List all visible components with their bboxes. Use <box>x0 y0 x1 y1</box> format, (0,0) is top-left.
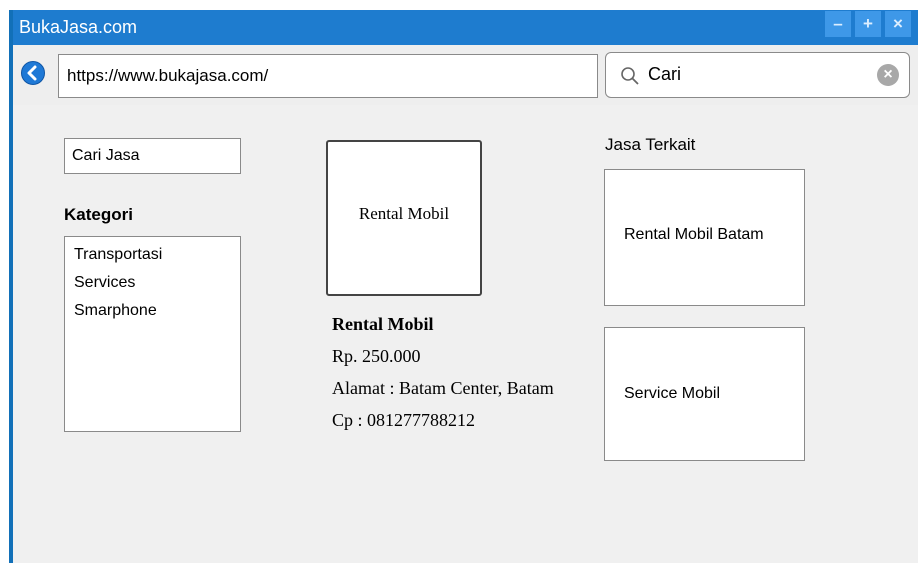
related-item[interactable]: Service Mobil <box>604 327 805 461</box>
category-heading: Kategori <box>64 205 133 224</box>
title-bar: BukaJasa.com – + × <box>13 10 918 45</box>
category-list: Transportasi Services Smarphone <box>64 236 241 432</box>
product-price: Rp. 250.000 <box>332 346 421 366</box>
search-box[interactable]: Cari × <box>605 52 910 98</box>
search-service-text: Cari Jasa <box>72 147 140 164</box>
back-button[interactable] <box>21 61 45 85</box>
category-item-services[interactable]: Services <box>74 269 162 297</box>
minimize-button[interactable]: – <box>825 11 851 37</box>
product-details: Rental Mobil Rp. 250.000 Alamat : Batam … <box>332 308 554 436</box>
window-title: BukaJasa.com <box>19 17 138 37</box>
product-contact: Cp : 081277788212 <box>332 410 476 430</box>
product-image[interactable]: Rental Mobil <box>326 140 482 296</box>
category-item-smarphone[interactable]: Smarphone <box>74 297 162 325</box>
close-button[interactable]: × <box>885 11 911 37</box>
search-input[interactable]: Cari <box>648 64 681 85</box>
related-heading: Jasa Terkait <box>605 135 696 154</box>
search-service-field[interactable]: Cari Jasa <box>64 138 241 174</box>
browser-window: BukaJasa.com – + × https://www.bukajasa.… <box>9 10 918 563</box>
related-item-label: Service Mobil <box>624 385 721 402</box>
category-item-transportasi[interactable]: Transportasi <box>74 241 162 269</box>
maximize-button[interactable]: + <box>855 11 881 37</box>
clear-icon[interactable]: × <box>877 64 899 86</box>
url-field[interactable]: https://www.bukajasa.com/ <box>58 54 598 98</box>
chevron-left-icon <box>27 65 37 81</box>
product-name: Rental Mobil <box>332 314 434 334</box>
related-item[interactable]: Rental Mobil Batam <box>604 169 805 306</box>
product-address: Alamat : Batam Center, Batam <box>332 378 554 398</box>
search-icon <box>621 67 639 85</box>
product-image-label: Rental Mobil <box>358 204 450 223</box>
related-item-label: Rental Mobil Batam <box>624 226 764 243</box>
navigation-bar: https://www.bukajasa.com/ Cari × <box>13 45 918 105</box>
